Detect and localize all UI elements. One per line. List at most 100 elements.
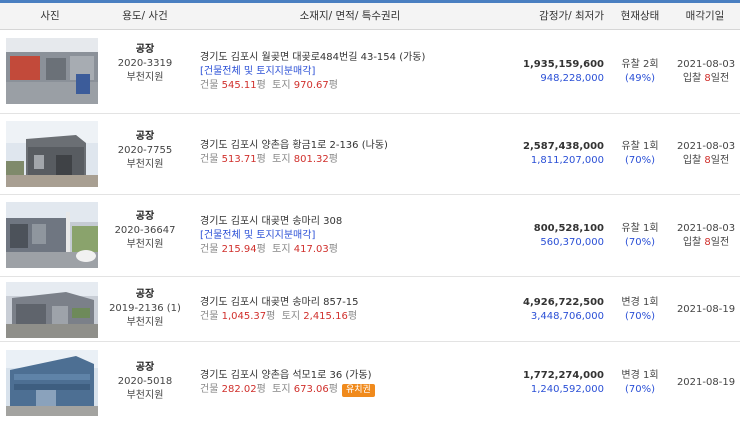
case-number[interactable]: 2020-36647 [100,224,190,238]
countdown-suffix: 일전 [710,155,730,166]
countdown-suffix: 일전 [710,237,730,248]
header-sale-date[interactable]: 매각기일 [670,3,740,30]
sale-date: 2021-08-03 [676,59,736,70]
price-ratio: (70%) [624,155,656,166]
status-cell: 유찰 1회 (70%) [610,222,670,250]
area-line: 건물 282.02평 토지 673.06평 유치권 [200,383,510,397]
unit: 평 [328,154,338,165]
address-text[interactable]: 경기도 김포시 대곶면 송마리 857-15 [200,296,510,310]
unit: 평 [256,154,266,165]
address-cell[interactable]: 경기도 김포시 대곶면 송마리 857-15 건물 1,045.37평 토지 2… [200,296,510,324]
status-cell: 유찰 2회 (49%) [610,58,670,86]
case-number[interactable]: 2020-7755 [100,144,190,158]
table-row[interactable]: 공장 2020-7755 부천지원 경기도 김포시 양촌읍 황금1로 2-136… [0,114,740,195]
land-label: 토지 [272,80,291,91]
countdown-suffix: 일전 [710,73,730,84]
status-text: 유찰 1회 [621,223,659,234]
price-cell: 800,528,100 560,370,000 [510,222,604,250]
case-number[interactable]: 2019-2136 (1) [100,302,190,316]
appraised-price: 4,926,722,500 [523,297,604,308]
land-label: 토지 [281,311,301,322]
unit: 평 [256,384,266,395]
lien-badge[interactable]: 유치권 [341,384,375,397]
unit: 평 [328,244,338,255]
case-number[interactable]: 2020-5018 [100,375,190,389]
header-address[interactable]: 소재지/ 면적/ 특수권리 [190,3,510,30]
sale-date-cell: 2021-08-19 [672,376,740,390]
price-ratio: (70%) [624,237,656,248]
appraised-price: 1,935,159,600 [523,59,604,70]
countdown-prefix: 입찰 [682,237,705,248]
address-text[interactable]: 경기도 김포시 월곶면 대곶로484번길 43-154 (가동) [200,51,510,65]
table-row[interactable]: 공장 2020-36647 부천지원 경기도 김포시 대곶면 송마리 308 [… [0,195,740,277]
header-use-case[interactable]: 용도/ 사건 [100,3,190,30]
address-text[interactable]: 경기도 김포시 양촌읍 황금1로 2-136 (나동) [200,139,510,153]
unit: 평 [266,311,276,322]
sale-date: 2021-08-03 [676,141,736,152]
unit: 평 [256,80,266,91]
property-photo[interactable] [6,38,98,104]
price-ratio: (70%) [624,311,656,322]
sale-date-cell: 2021-08-03 입찰 8일전 [672,222,740,250]
area-line: 건물 215.94평 토지 417.03평 [200,243,510,257]
status-cell: 유찰 1회 (70%) [610,140,670,168]
property-type: 공장 [135,289,155,300]
address-cell[interactable]: 경기도 김포시 월곶면 대곶로484번길 43-154 (가동) [건물전체 및… [200,51,510,93]
use-case-cell: 공장 2020-7755 부천지원 [100,130,190,172]
land-label: 토지 [272,154,291,165]
building-label: 건물 [200,311,219,322]
land-area: 417.03 [293,244,329,255]
building-label: 건물 [200,80,219,91]
price-ratio: (49%) [624,73,656,84]
property-photo[interactable] [6,350,98,416]
unit: 평 [328,384,338,395]
building-label: 건물 [200,244,219,255]
building-area: 282.02 [221,384,257,395]
property-type: 공장 [135,44,155,55]
court-name: 부천지원 [126,317,164,328]
court-name: 부천지원 [126,72,164,83]
price-cell: 2,587,438,000 1,811,207,000 [510,140,604,168]
address-cell[interactable]: 경기도 김포시 양촌읍 석모1로 36 (가동) 건물 282.02평 토지 6… [200,369,510,397]
price-cell: 4,926,722,500 3,448,706,000 [510,296,604,324]
sale-date: 2021-08-03 [676,223,736,234]
address-text[interactable]: 경기도 김포시 대곶면 송마리 308 [200,215,510,229]
property-photo[interactable] [6,121,98,187]
case-number[interactable]: 2020-3319 [100,57,190,71]
table-row[interactable]: 공장 2020-5018 부천지원 경기도 김포시 양촌읍 석모1로 36 (가… [0,342,740,427]
property-photo[interactable] [6,202,98,268]
land-area: 970.67 [293,80,329,91]
header-status[interactable]: 현재상태 [610,3,670,30]
price-ratio: (70%) [624,384,656,395]
sale-date: 2021-08-19 [676,377,736,388]
address-cell[interactable]: 경기도 김포시 대곶면 송마리 308 [건물전체 및 토지지분매각] 건물 2… [200,215,510,257]
property-photo[interactable] [6,282,98,338]
land-label: 토지 [272,244,291,255]
building-area: 215.94 [221,244,257,255]
countdown-prefix: 입찰 [682,73,705,84]
use-case-cell: 공장 2019-2136 (1) 부천지원 [100,288,190,330]
address-cell[interactable]: 경기도 김포시 양촌읍 황금1로 2-136 (나동) 건물 513.71평 토… [200,139,510,167]
countdown: 입찰 8일전 [672,72,740,86]
area-line: 건물 545.11평 토지 970.67평 [200,79,510,93]
address-text[interactable]: 경기도 김포시 양촌읍 석모1로 36 (가동) [200,369,510,383]
unit: 평 [328,80,338,91]
building-area: 513.71 [221,154,257,165]
property-type: 공장 [135,211,155,222]
status-text: 변경 1회 [621,370,659,381]
table-row[interactable]: 공장 2019-2136 (1) 부천지원 경기도 김포시 대곶면 송마리 85… [0,277,740,342]
countdown: 입찰 8일전 [672,154,740,168]
minimum-price: 3,448,706,000 [530,311,604,322]
sale-note: [건물전체 및 토지지분매각] [200,230,316,241]
status-cell: 변경 1회 (70%) [610,296,670,324]
building-label: 건물 [200,154,219,165]
table-row[interactable]: 공장 2020-3319 부천지원 경기도 김포시 월곶면 대곶로484번길 4… [0,31,740,114]
court-name: 부천지원 [126,159,164,170]
building-area: 545.11 [221,80,257,91]
sale-date: 2021-08-19 [676,304,736,315]
minimum-price: 560,370,000 [540,237,604,248]
use-case-cell: 공장 2020-36647 부천지원 [100,210,190,252]
header-price[interactable]: 감정가/ 최저가 [510,3,610,30]
area-line: 건물 1,045.37평 토지 2,415.16평 [200,310,510,324]
area-line: 건물 513.71평 토지 801.32평 [200,153,510,167]
